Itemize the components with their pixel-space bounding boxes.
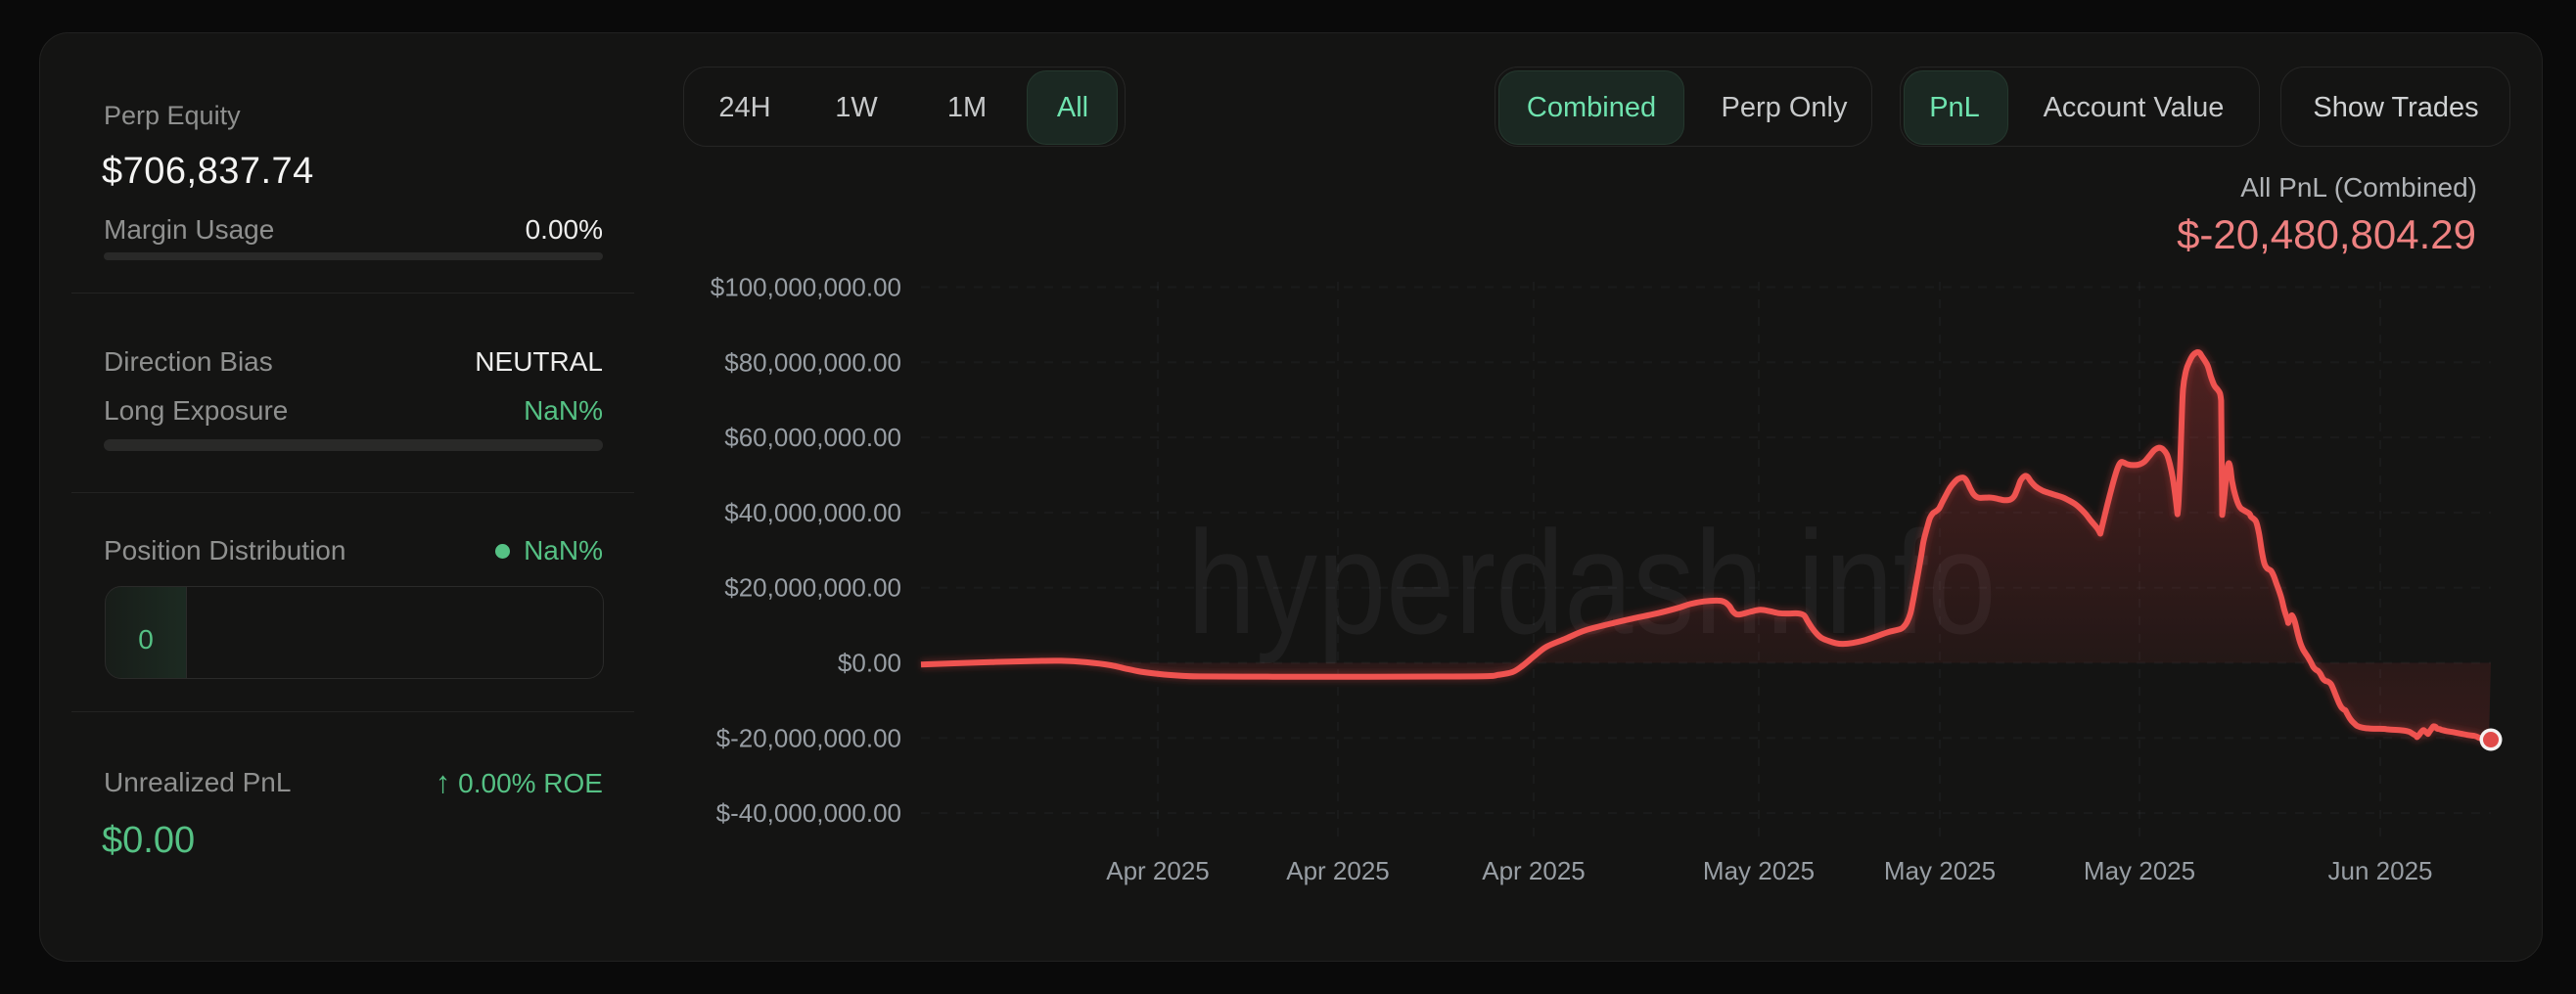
- svg-text:May 2025: May 2025: [1884, 856, 1996, 885]
- svg-text:Jun 2025: Jun 2025: [2328, 856, 2433, 885]
- svg-text:$40,000,000.00: $40,000,000.00: [724, 498, 901, 527]
- svg-text:$0.00: $0.00: [838, 649, 901, 678]
- svg-text:$20,000,000.00: $20,000,000.00: [724, 573, 901, 603]
- svg-text:Apr 2025: Apr 2025: [1286, 856, 1390, 885]
- svg-text:Apr 2025: Apr 2025: [1106, 856, 1210, 885]
- svg-text:$100,000,000.00: $100,000,000.00: [711, 273, 901, 302]
- svg-text:Apr 2025: Apr 2025: [1482, 856, 1586, 885]
- svg-text:$-40,000,000.00: $-40,000,000.00: [716, 798, 901, 828]
- svg-text:$80,000,000.00: $80,000,000.00: [724, 347, 901, 377]
- svg-text:May 2025: May 2025: [2084, 856, 2195, 885]
- svg-text:May 2025: May 2025: [1703, 856, 1815, 885]
- svg-text:$-20,000,000.00: $-20,000,000.00: [716, 723, 901, 752]
- svg-text:$60,000,000.00: $60,000,000.00: [724, 423, 901, 452]
